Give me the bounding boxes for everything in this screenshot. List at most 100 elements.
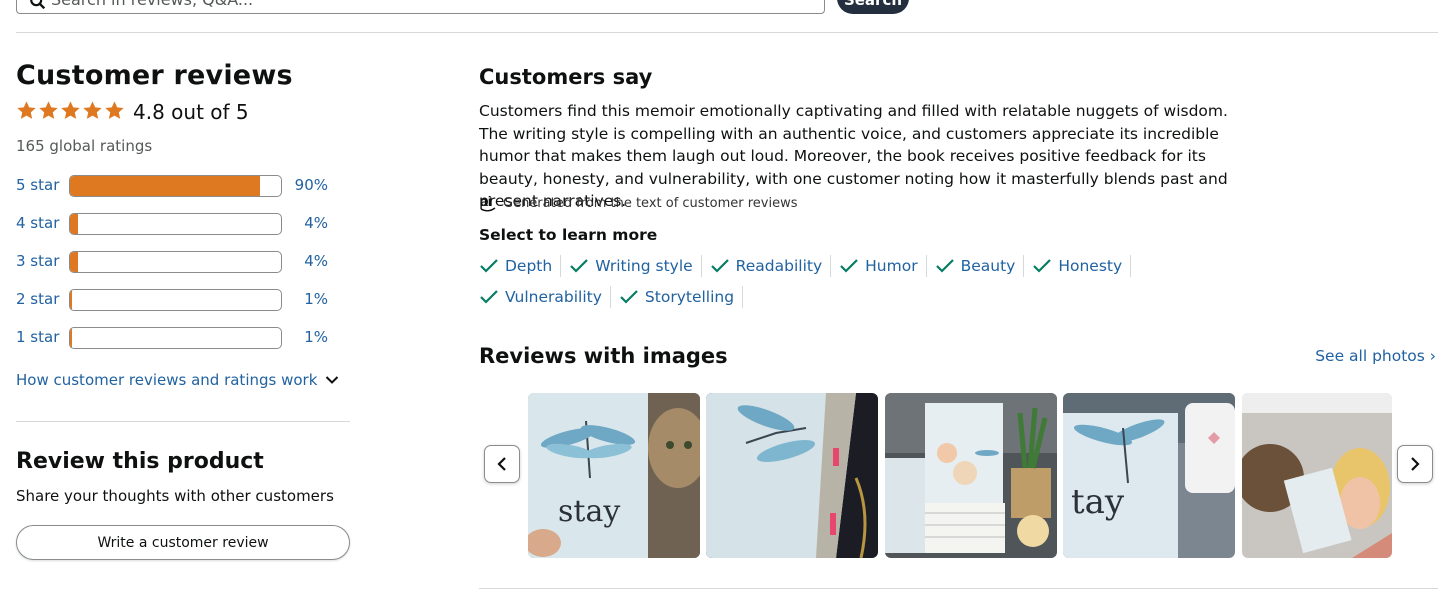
checkmark-icon: [480, 290, 498, 304]
histogram-star-label[interactable]: 5 star: [16, 176, 59, 194]
star-full-icon: [83, 101, 102, 119]
checkmark-icon: [620, 290, 638, 304]
aspect-label: Writing style: [595, 257, 693, 275]
review-search-input[interactable]: Search in reviews, Q&A...: [16, 0, 825, 14]
search-button[interactable]: Search: [837, 0, 909, 14]
ai-badge-icon: ai: [480, 193, 496, 212]
star-full-icon: [61, 101, 80, 119]
book-display-photo: [885, 393, 1057, 558]
aspect-label: Honesty: [1058, 257, 1123, 275]
aspect-label: Depth: [505, 257, 553, 275]
book-table-photo: [706, 393, 878, 558]
aspect-chip-writing-style[interactable]: Writing style: [569, 255, 702, 277]
checkmark-icon: [710, 259, 729, 273]
histogram-row[interactable]: 1 star 1%: [16, 326, 336, 350]
review-image-thumbnail[interactable]: tay: [1063, 393, 1235, 558]
how-reviews-work-link[interactable]: How customer reviews and ratings work: [16, 371, 339, 389]
star-full-icon: [39, 101, 58, 119]
customer-reviews-heading: Customer reviews: [16, 60, 293, 91]
histogram-row[interactable]: 3 star 4%: [16, 250, 336, 274]
histogram-percent[interactable]: 4%: [304, 252, 328, 270]
aspect-label: Storytelling: [644, 288, 735, 306]
see-all-photos-label: See all photos: [1315, 347, 1425, 365]
histogram-percent[interactable]: 90%: [295, 176, 328, 194]
aspect-chips: Depth Writing style Readability Humor Beauty…: [479, 255, 1179, 317]
histogram-bar: [69, 251, 282, 273]
histogram-row[interactable]: 5 star 90%: [16, 174, 336, 198]
global-ratings-count: 165 global ratings: [16, 137, 153, 155]
checkmark-icon: [1033, 259, 1052, 273]
reader-photo: [1242, 393, 1392, 558]
chevron-right-icon: [1411, 457, 1420, 471]
histogram-bar-fill: [70, 214, 79, 234]
checkmark-icon: [480, 259, 498, 273]
histogram-bar: [69, 289, 282, 311]
select-to-learn-heading: Select to learn more: [479, 226, 658, 244]
histogram-star-label[interactable]: 3 star: [16, 252, 59, 270]
aspect-chip-storytelling[interactable]: Storytelling: [619, 286, 744, 308]
reviews-with-images-heading: Reviews with images: [479, 344, 728, 368]
aspect-chip-readability[interactable]: Readability: [710, 255, 832, 277]
histogram-bar: [69, 175, 282, 197]
aspect-chip-honesty[interactable]: Honesty: [1032, 255, 1132, 277]
review-image-thumbnail[interactable]: [1242, 393, 1392, 558]
average-rating: 4.8 out of 5: [133, 100, 249, 124]
histogram-bar: [69, 327, 282, 349]
carousel-next-button[interactable]: [1397, 445, 1433, 483]
svg-text:stay: stay: [558, 494, 620, 529]
histogram-bar-fill: [70, 328, 73, 348]
aspect-row: Vulnerability Storytelling: [479, 286, 1179, 310]
histogram-percent[interactable]: 1%: [304, 290, 328, 308]
write-review-button[interactable]: Write a customer review: [16, 525, 350, 560]
histogram-bar: [69, 213, 282, 235]
ai-generated-note: ai Generated from the text of customer r…: [479, 193, 798, 213]
review-product-heading: Review this product: [16, 449, 264, 474]
histogram-percent[interactable]: 1%: [304, 328, 328, 346]
histogram-row[interactable]: 2 star 1%: [16, 288, 336, 312]
divider: [16, 32, 1438, 33]
review-image-thumbnail[interactable]: [885, 393, 1057, 558]
histogram-star-label[interactable]: 1 star: [16, 328, 59, 346]
divider: [479, 588, 1438, 589]
divider: [16, 421, 350, 422]
carousel-prev-button[interactable]: [484, 445, 520, 483]
ai-note-text: Generated from the text of customer revi…: [503, 195, 798, 211]
aspect-chip-beauty[interactable]: Beauty: [935, 255, 1025, 277]
aspect-row: Depth Writing style Readability Humor Beauty…: [479, 255, 1179, 279]
histogram-bar-fill: [70, 176, 260, 196]
aspect-chip-depth[interactable]: Depth: [479, 255, 562, 277]
checkmark-icon: [570, 259, 588, 273]
star-full-icon: [105, 101, 124, 119]
search-icon: [30, 0, 46, 10]
histogram-row[interactable]: 4 star 4%: [16, 212, 336, 236]
checkmark-icon: [935, 259, 954, 273]
svg-text:tay: tay: [1071, 482, 1125, 522]
aspect-chip-humor[interactable]: Humor: [839, 255, 927, 277]
chevron-down-icon: [326, 376, 339, 384]
see-all-photos-link[interactable]: See all photos ›: [1315, 347, 1436, 365]
aspect-label: Vulnerability: [505, 288, 602, 306]
aspect-label: Beauty: [960, 257, 1016, 275]
search-placeholder: Search in reviews, Q&A...: [51, 0, 253, 9]
checkmark-icon: [840, 259, 858, 273]
book-mug-photo: tay: [1063, 393, 1235, 558]
chevron-right-icon: ›: [1424, 347, 1436, 365]
star-rating[interactable]: [16, 100, 125, 122]
review-product-subtitle: Share your thoughts with other customers: [16, 487, 334, 505]
review-image-thumbnail[interactable]: [706, 393, 878, 558]
review-image-thumbnail[interactable]: stay: [528, 393, 700, 558]
histogram-percent[interactable]: 4%: [304, 214, 328, 232]
aspect-label: Readability: [735, 257, 823, 275]
histogram-bar-fill: [70, 252, 79, 272]
histogram-bar-fill: [70, 290, 73, 310]
chevron-left-icon: [497, 457, 506, 471]
aspect-label: Humor: [865, 257, 918, 275]
customers-say-heading: Customers say: [479, 65, 653, 89]
book-cat-photo: stay: [528, 393, 700, 558]
histogram-star-label[interactable]: 4 star: [16, 214, 59, 232]
histogram-star-label[interactable]: 2 star: [16, 290, 59, 308]
how-reviews-work-label: How customer reviews and ratings work: [16, 371, 318, 389]
ai-badge-text: ai: [480, 193, 492, 209]
aspect-chip-vulnerability[interactable]: Vulnerability: [479, 286, 611, 308]
star-full-icon: [17, 101, 36, 119]
